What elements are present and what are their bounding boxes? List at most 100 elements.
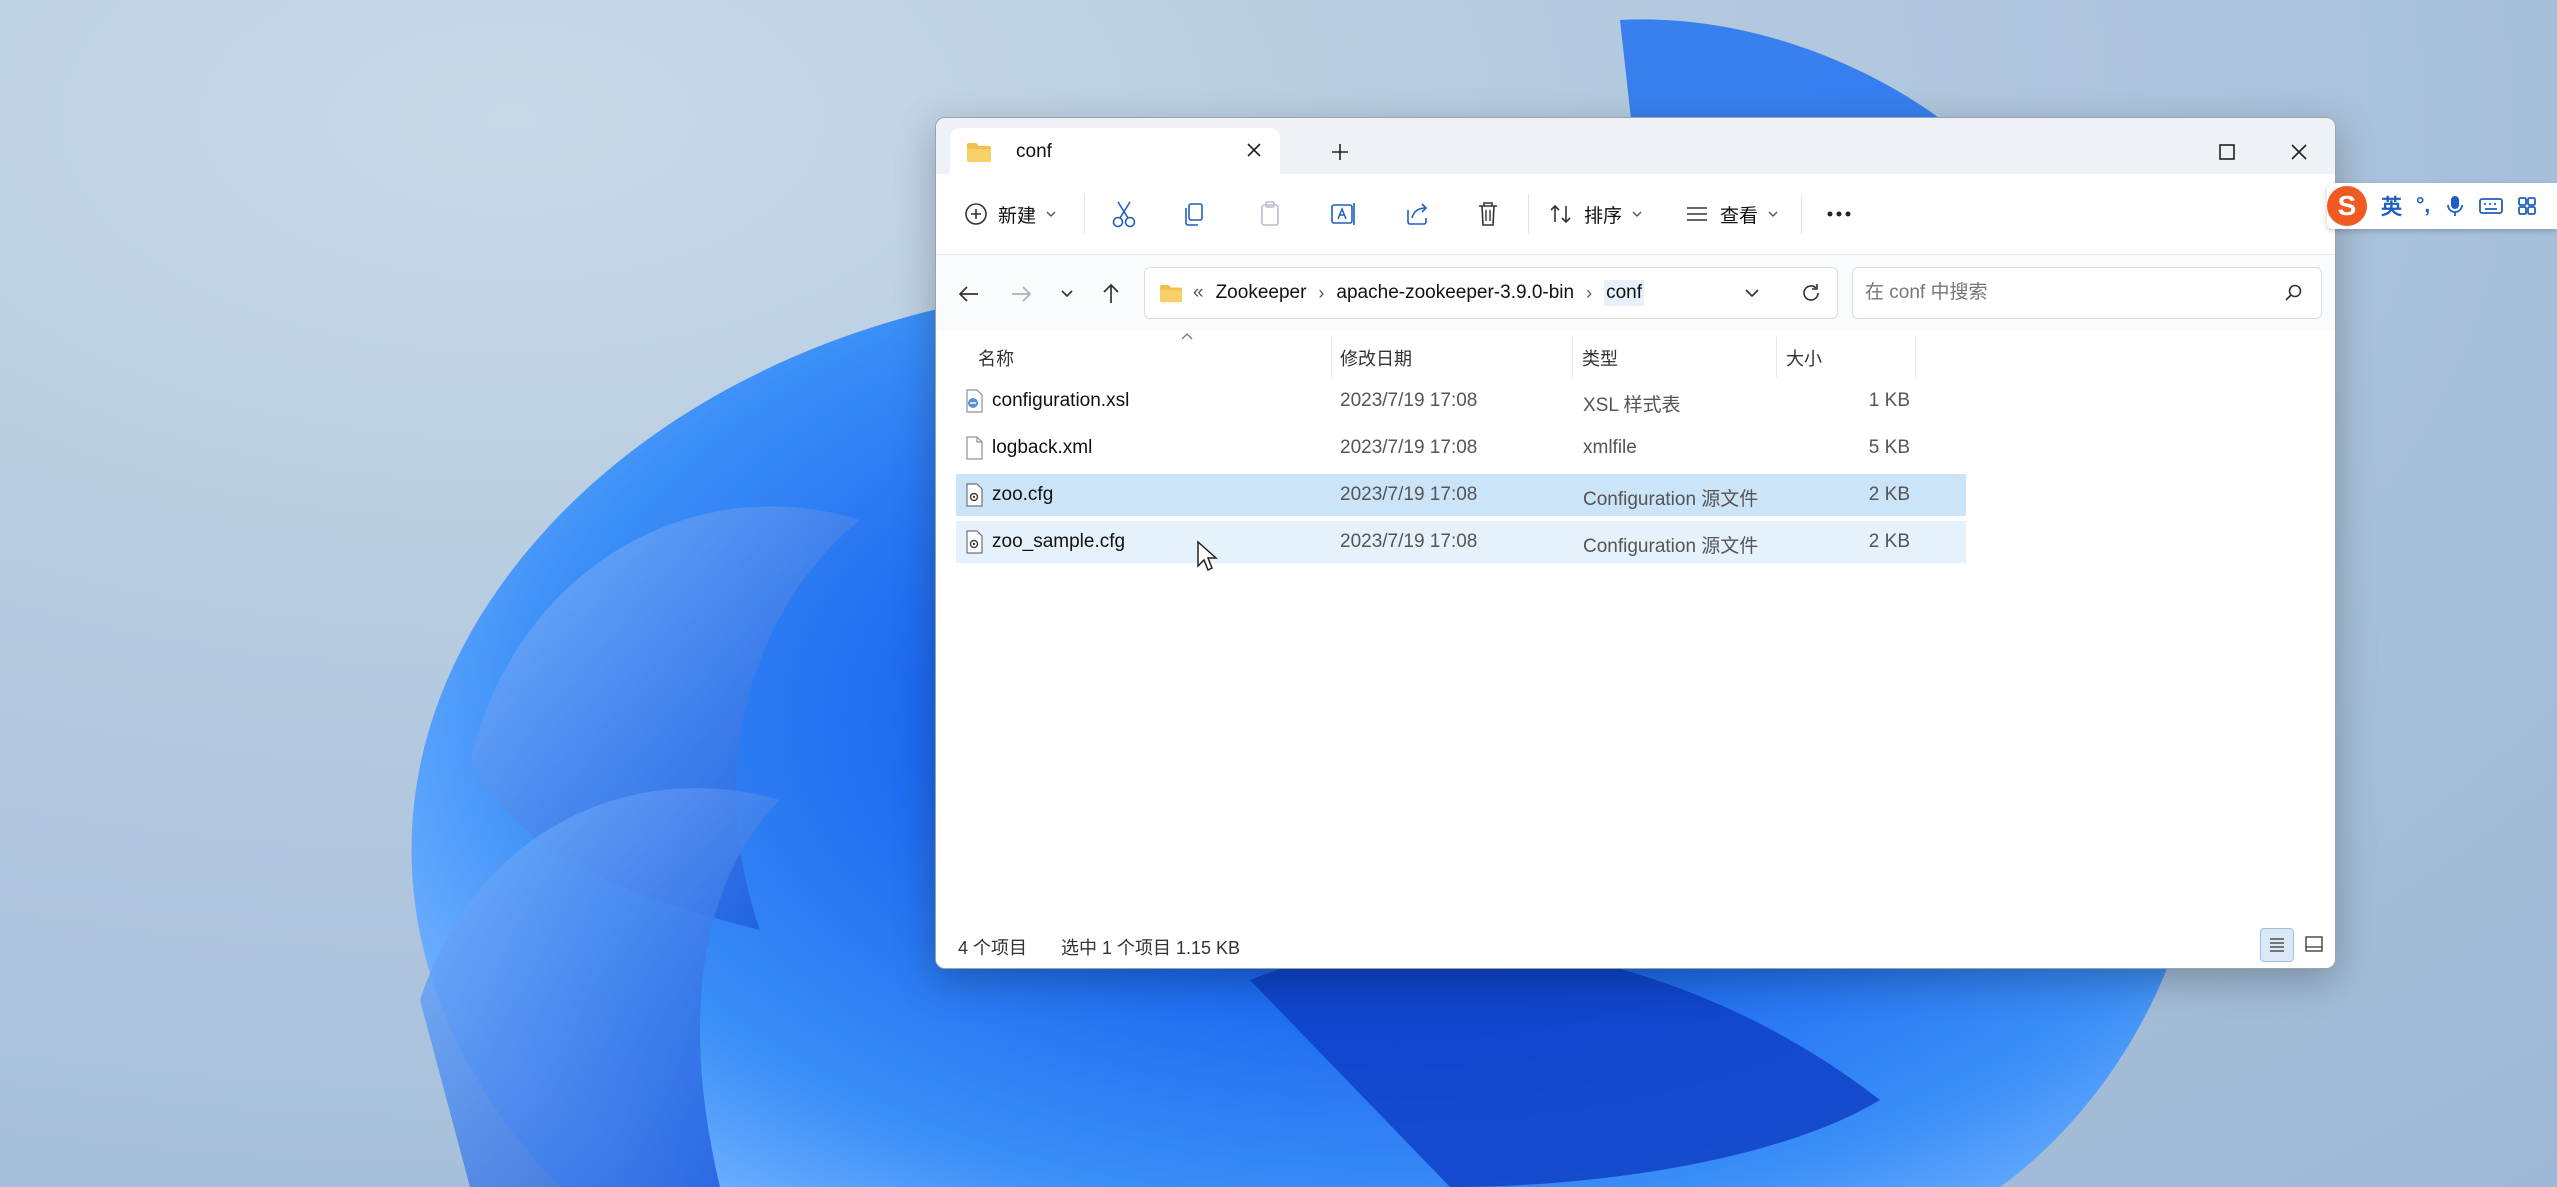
large-icons-view-icon xyxy=(2305,936,2323,952)
details-view-icon xyxy=(2270,938,2284,952)
file-list: 名称 修改日期 类型 大小 configuration.xsl 2023/7/1… xyxy=(936,331,2335,911)
more-options-icon[interactable] xyxy=(1822,194,1856,234)
add-circle-icon xyxy=(965,203,987,225)
delete-icon[interactable] xyxy=(1474,194,1502,234)
file-type: XSL 样式表 xyxy=(1583,395,1681,416)
address-dropdown-icon[interactable] xyxy=(1741,282,1763,304)
file-date: 2023/7/19 17:08 xyxy=(1340,531,1478,552)
search-box[interactable] xyxy=(1852,267,2322,319)
chevron-down-icon xyxy=(1632,211,1642,217)
file-size: 2 KB xyxy=(1868,484,1910,505)
view-button[interactable]: 查看 xyxy=(1684,194,1780,234)
config-file-icon xyxy=(966,483,983,507)
sort-ascending-icon xyxy=(1181,333,1193,340)
file-row[interactable]: zoo_sample.cfg 2023/7/19 17:08 Configura… xyxy=(956,521,1966,563)
preview-view-button[interactable] xyxy=(2298,928,2330,960)
sort-button[interactable]: 排序 xyxy=(1548,194,1644,234)
copy-icon[interactable] xyxy=(1180,194,1208,234)
sort-icon xyxy=(1550,204,1571,224)
file-date: 2023/7/19 17:08 xyxy=(1340,484,1478,505)
forward-arrow-icon[interactable] xyxy=(1006,279,1036,309)
file-row[interactable]: configuration.xsl 2023/7/19 17:08 XSL 样式… xyxy=(956,380,1966,422)
column-divider[interactable] xyxy=(1915,337,1916,377)
toolbar-divider xyxy=(1801,194,1802,234)
column-header-name[interactable]: 名称 xyxy=(978,345,1014,371)
breadcrumb-item-conf[interactable]: conf xyxy=(1604,280,1645,306)
sogou-logo[interactable]: S xyxy=(2327,186,2367,226)
close-window-icon[interactable] xyxy=(2279,132,2319,172)
file-type: Configuration 源文件 xyxy=(1583,536,1759,557)
search-input[interactable] xyxy=(1863,268,2267,318)
close-tab-icon[interactable] xyxy=(1242,138,1266,162)
title-bar: conf xyxy=(936,118,2335,174)
item-count: 4 个项目 xyxy=(958,938,1028,958)
address-bar[interactable]: « Zookeeper › apache-zookeeper-3.9.0-bin… xyxy=(1144,267,1838,319)
file-row[interactable]: zoo.cfg 2023/7/19 17:08 Configuration 源文… xyxy=(956,474,1966,516)
xsl-file-icon xyxy=(966,389,983,413)
toolbar-divider xyxy=(1528,194,1529,234)
tab-title: conf xyxy=(1016,141,1052,162)
chevron-down-icon xyxy=(1768,211,1778,217)
file-name: zoo_sample.cfg xyxy=(992,531,1126,552)
refresh-icon[interactable] xyxy=(1799,281,1823,305)
selection-info: 选中 1 个项目 1.15 KB xyxy=(1061,938,1241,958)
ime-punctuation-toggle[interactable]: °, xyxy=(2416,194,2430,218)
new-button[interactable]: 新建 xyxy=(964,194,1058,234)
breadcrumb-overflow[interactable]: « xyxy=(1193,282,1204,304)
folder-icon xyxy=(967,143,991,162)
folder-icon xyxy=(1160,284,1182,303)
file-date: 2023/7/19 17:08 xyxy=(1340,390,1478,411)
file-name: configuration.xsl xyxy=(992,390,1130,411)
column-headers: 名称 修改日期 类型 大小 xyxy=(956,331,1956,379)
toolbar-divider xyxy=(1084,194,1085,234)
rename-icon[interactable] xyxy=(1328,194,1358,234)
share-icon[interactable] xyxy=(1402,194,1432,234)
file-row[interactable]: logback.xml 2023/7/19 17:08 xmlfile 5 KB xyxy=(956,427,1966,469)
microphone-icon[interactable] xyxy=(2444,193,2466,219)
paste-icon[interactable] xyxy=(1256,194,1284,234)
maximize-icon[interactable] xyxy=(2207,132,2247,172)
grid-menu-icon[interactable] xyxy=(2516,195,2538,217)
list-view-icon xyxy=(1687,207,1707,221)
navigation-bar: « Zookeeper › apache-zookeeper-3.9.0-bin… xyxy=(936,255,2335,331)
column-header-size[interactable]: 大小 xyxy=(1786,345,1822,371)
file-name: zoo.cfg xyxy=(992,484,1054,505)
breadcrumb-separator[interactable]: › xyxy=(1318,283,1324,304)
file-type: xmlfile xyxy=(1583,437,1637,458)
breadcrumb: « Zookeeper › apache-zookeeper-3.9.0-bin… xyxy=(1159,268,1645,318)
file-size: 1 KB xyxy=(1868,390,1910,411)
file-explorer-window: conf 新建 排序 查看 « Zookeeper › apache-zooke… xyxy=(935,117,2336,969)
tab-conf[interactable]: conf xyxy=(950,128,1280,174)
recent-locations-icon[interactable] xyxy=(1052,279,1082,309)
file-size: 5 KB xyxy=(1868,437,1910,458)
document-icon xyxy=(966,436,983,460)
keyboard-icon[interactable] xyxy=(2478,195,2504,217)
breadcrumb-separator[interactable]: › xyxy=(1586,283,1592,304)
new-tab-icon[interactable] xyxy=(1328,140,1352,164)
column-divider[interactable] xyxy=(1331,337,1332,377)
column-header-type[interactable]: 类型 xyxy=(1582,345,1618,371)
breadcrumb-item-apache-zookeeper[interactable]: apache-zookeeper-3.9.0-bin xyxy=(1336,282,1574,304)
file-type: Configuration 源文件 xyxy=(1583,489,1759,510)
up-arrow-icon[interactable] xyxy=(1096,279,1126,309)
column-divider[interactable] xyxy=(1776,337,1777,377)
details-view-button[interactable] xyxy=(2260,928,2294,962)
column-header-date[interactable]: 修改日期 xyxy=(1340,345,1412,371)
ime-toolbar: S 英 °, xyxy=(2327,183,2557,229)
file-date: 2023/7/19 17:08 xyxy=(1340,437,1478,458)
view-label: 查看 xyxy=(1720,205,1759,227)
command-bar: 新建 排序 查看 xyxy=(936,174,2335,255)
cut-icon[interactable] xyxy=(1110,194,1138,234)
search-icon[interactable] xyxy=(2283,282,2305,304)
back-arrow-icon[interactable] xyxy=(954,279,984,309)
column-divider[interactable] xyxy=(1572,337,1573,377)
chevron-down-icon xyxy=(1046,211,1056,217)
breadcrumb-item-zookeeper[interactable]: Zookeeper xyxy=(1216,282,1307,304)
new-label: 新建 xyxy=(998,205,1037,227)
config-file-icon xyxy=(966,530,983,554)
file-size: 2 KB xyxy=(1868,531,1910,552)
sort-label: 排序 xyxy=(1584,205,1623,227)
status-bar: 4 个项目 选中 1 个项目 1.15 KB xyxy=(936,920,2335,968)
ime-language-toggle[interactable]: 英 xyxy=(2381,191,2402,221)
file-name: logback.xml xyxy=(992,437,1093,458)
